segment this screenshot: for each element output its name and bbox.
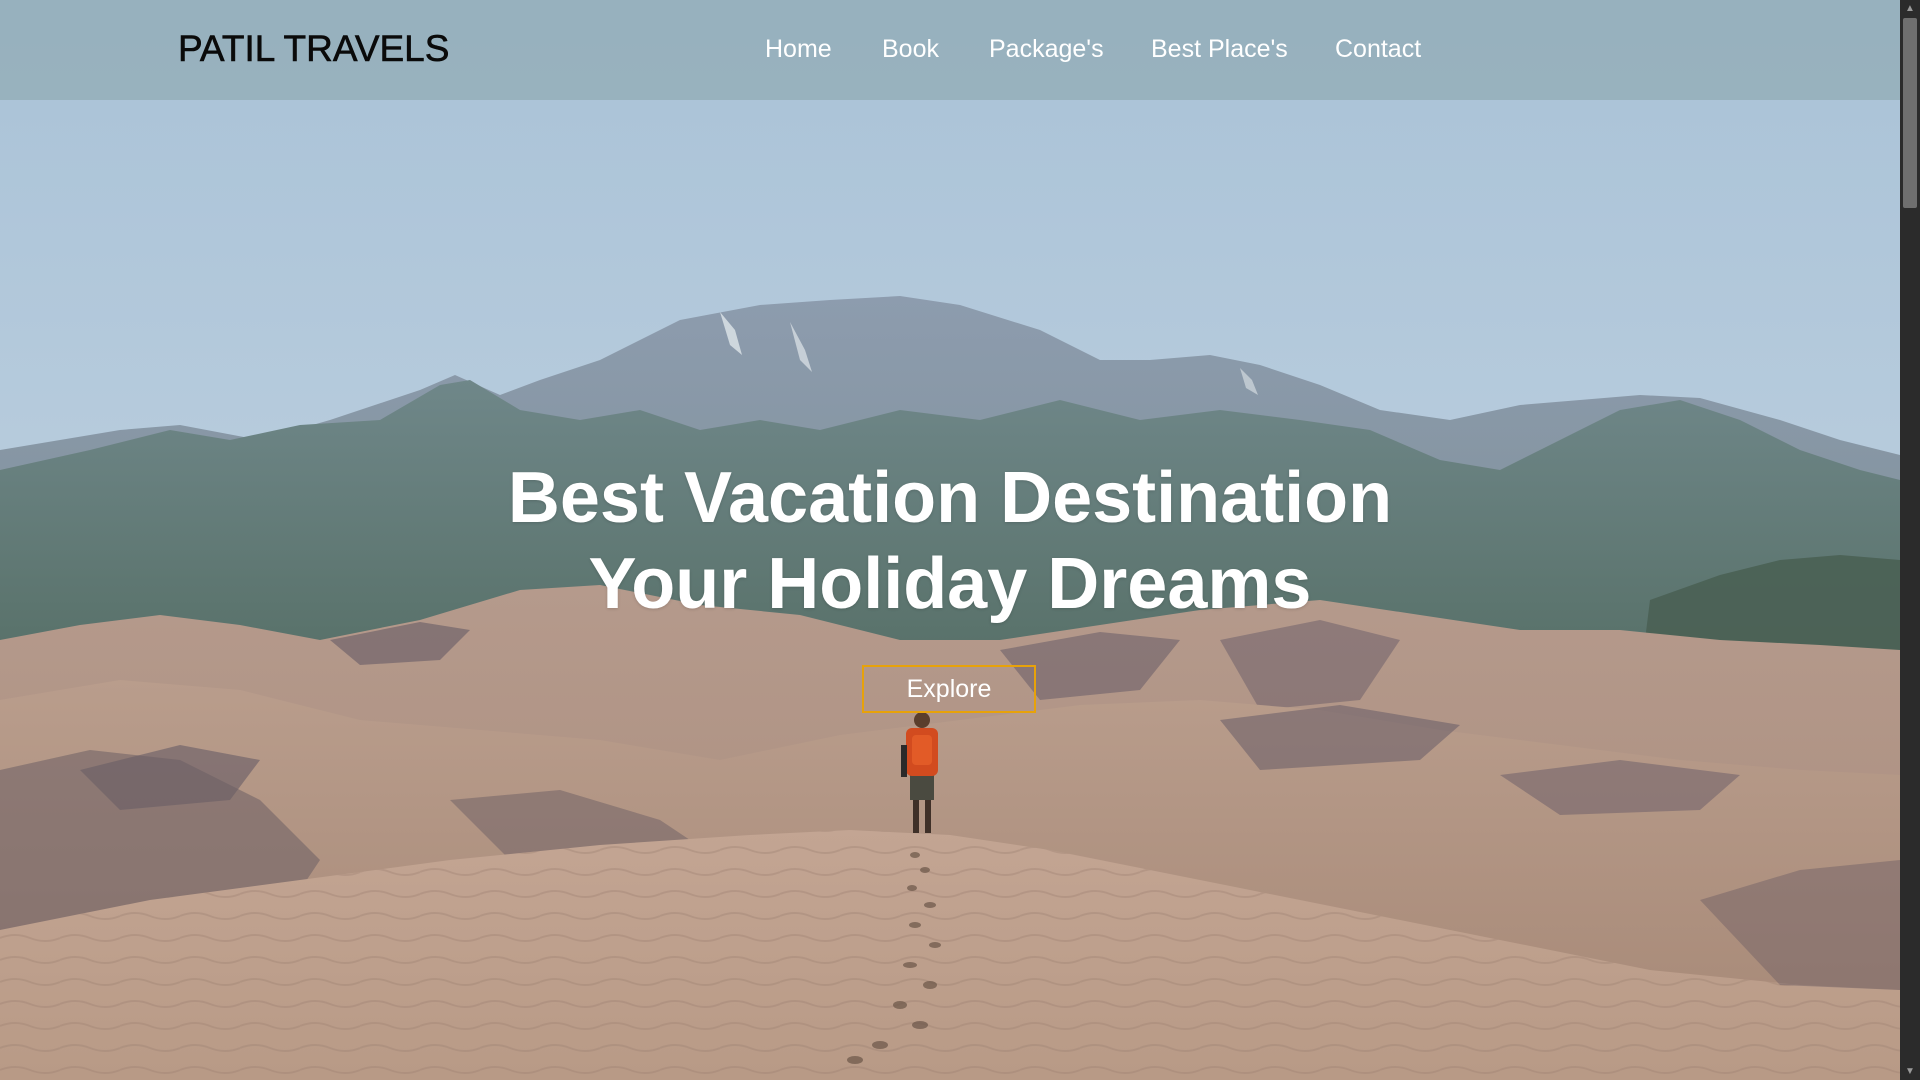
hero-title-line-2: Your Holiday Dreams (588, 544, 1312, 624)
hero-title: Best Vacation Destination Your Holiday D… (0, 455, 1900, 627)
scroll-thumb[interactable] (1903, 18, 1917, 208)
explore-button[interactable]: Explore (862, 665, 1036, 713)
vertical-scrollbar[interactable]: ▲ ▼ (1900, 0, 1920, 1080)
nav-link-book[interactable]: Book (882, 35, 939, 64)
main-nav: Home Book Package's Best Place's Contact (0, 35, 1900, 75)
nav-link-best-places[interactable]: Best Place's (1151, 35, 1288, 64)
nav-link-contact[interactable]: Contact (1335, 35, 1421, 64)
top-navbar: PATIL TRAVELS Home Book Package's Best P… (0, 0, 1900, 100)
nav-link-home[interactable]: Home (765, 35, 832, 64)
scroll-up-arrow-icon[interactable]: ▲ (1900, 0, 1920, 17)
scroll-down-arrow-icon[interactable]: ▼ (1900, 1063, 1920, 1080)
hero-title-line-1: Best Vacation Destination (507, 458, 1393, 538)
page-viewport: PATIL TRAVELS Home Book Package's Best P… (0, 0, 1900, 1080)
nav-link-packages[interactable]: Package's (989, 35, 1104, 64)
